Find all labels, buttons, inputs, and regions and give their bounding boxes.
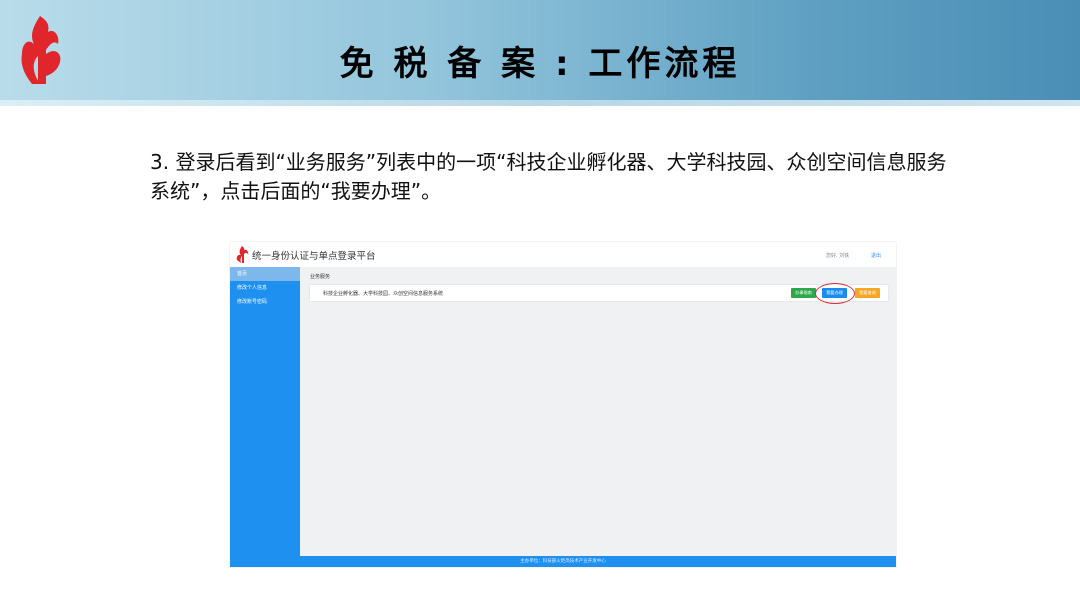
slide-title: 免 税 备 案 : 工作流程 <box>339 44 741 84</box>
main-content: 业务服务 科技企业孵化器、大学科技园、众创空间信息服务系统 办事指南 我要办理 … <box>300 267 896 556</box>
highlight-circle <box>815 283 855 304</box>
sidebar-item-change-password[interactable]: 修改账号密码 <box>230 295 300 309</box>
app-screenshot: 统一身份认证与单点登录平台 您好, 刘铁 退出 首页 修改个人信息 修改账号密码… <box>230 242 896 567</box>
query-button[interactable]: 我要查询 <box>855 288 880 298</box>
user-greeting: 您好, 刘铁 <box>826 253 850 259</box>
app-footer: 主办单位：科技部火炬高技术产业开发中心 <box>230 556 896 567</box>
app-logo-icon <box>236 246 249 263</box>
service-row: 科技企业孵化器、大学科技园、众创空间信息服务系统 办事指南 我要办理 我要查询 <box>310 283 888 304</box>
sidebar-item-home[interactable]: 首页 <box>230 267 300 281</box>
sidebar-item-edit-profile[interactable]: 修改个人信息 <box>230 281 300 295</box>
service-name: 科技企业孵化器、大学科技园、众创空间信息服务系统 <box>323 291 444 297</box>
logout-link[interactable]: 退出 <box>871 252 881 259</box>
slide-banner: 免 税 备 案 : 工作流程 <box>0 0 1080 106</box>
guide-button[interactable]: 办事指南 <box>791 288 816 298</box>
app-header: 统一身份认证与单点登录平台 您好, 刘铁 退出 <box>230 242 896 267</box>
section-title: 业务服务 <box>310 274 331 280</box>
sidebar: 首页 修改个人信息 修改账号密码 <box>230 267 300 556</box>
instruction-text: 3. 登录后看到“业务服务”列表中的一项“科技企业孵化器、大学科技园、众创空间信… <box>150 150 947 203</box>
app-title: 统一身份认证与单点登录平台 <box>252 251 376 262</box>
